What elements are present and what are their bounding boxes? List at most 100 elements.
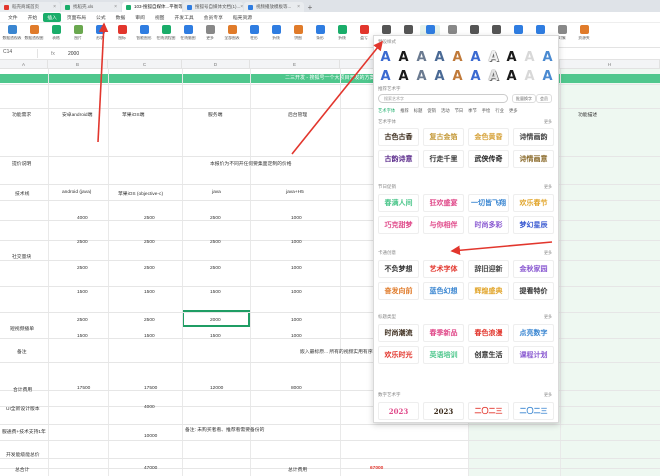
category-tab[interactable]: 更多 — [509, 108, 518, 114]
wordart-search-input[interactable]: 搜索艺术字 — [378, 94, 508, 103]
close-tab-icon[interactable]: × — [240, 4, 243, 10]
cell-text[interactable]: 2500 — [144, 266, 155, 271]
toolbar-button[interactable]: 柱形 — [244, 25, 264, 41]
wordart-option[interactable]: 蓝色幻想 — [423, 282, 464, 300]
category-tab[interactable]: 推荐 — [400, 108, 409, 114]
toolbar-button[interactable]: 图标 — [112, 25, 132, 41]
wordart-option[interactable]: 艺术字体 — [423, 260, 464, 278]
wordart-option[interactable]: 巧克甜梦 — [378, 216, 419, 234]
toolbar-button[interactable]: 盈亏 — [354, 25, 374, 41]
column-header[interactable]: E — [250, 60, 340, 69]
cell-text[interactable]: 2500 — [77, 266, 88, 271]
category-tab[interactable]: 手绘 — [482, 108, 491, 114]
cell-text[interactable]: 2500 — [210, 216, 221, 221]
menu-item[interactable]: 插入 — [43, 12, 61, 22]
toolbar-button[interactable]: 形状 — [90, 25, 110, 41]
wordart-option[interactable]: 金秋家园 — [513, 260, 554, 278]
toolbar-button[interactable]: 智能图形 — [134, 25, 154, 41]
category-tab[interactable]: 节日 — [455, 108, 464, 114]
cell-text[interactable]: 本报价为不同开任何要集面定制的价格 — [210, 160, 292, 167]
menu-item[interactable]: 审阅 — [131, 13, 149, 22]
column-header[interactable]: D — [182, 60, 250, 69]
wordart-option[interactable]: 点亮数字 — [513, 324, 554, 342]
category-tab[interactable]: 季节 — [468, 108, 477, 114]
menu-item[interactable]: 文件 — [4, 13, 22, 22]
preset-style-option[interactable]: A — [378, 50, 393, 65]
menu-item[interactable]: 数据 — [112, 13, 130, 22]
cell-text[interactable]: android (java) — [62, 190, 91, 195]
preset-style-option[interactable]: A — [396, 69, 411, 84]
member-button[interactable]: 会员 — [536, 94, 552, 103]
category-tab[interactable]: 活动 — [441, 108, 450, 114]
wordart-option[interactable]: 2023 — [423, 402, 464, 420]
wordart-option[interactable]: 辉煌盛典 — [468, 282, 509, 300]
cell-text[interactable]: 67000 — [370, 466, 383, 471]
cell-text[interactable]: 2500 — [77, 318, 88, 323]
more-link[interactable]: 更多 — [544, 250, 552, 256]
cell-text[interactable]: UI全新设计版本 — [6, 405, 40, 412]
wordart-option[interactable]: 行走千里 — [423, 150, 464, 168]
cell-text[interactable]: 2500 — [77, 240, 88, 245]
wordart-option[interactable]: 武侠传奇 — [468, 150, 509, 168]
cell-text[interactable]: 后台管理 — [288, 111, 307, 118]
cell-text[interactable]: 1000 — [291, 266, 302, 271]
cell-text[interactable]: 总计费用 — [288, 466, 307, 473]
cell-text[interactable]: 苹果iOS端 — [122, 111, 144, 118]
cell-text[interactable]: 嵌入最标原... 所有的视频实用有序稿 — [300, 348, 377, 355]
menu-item[interactable]: 稻壳资源 — [229, 13, 256, 22]
preset-style-option[interactable]: A — [486, 50, 501, 65]
wordart-option[interactable]: 春季新品 — [423, 324, 464, 342]
preset-style-option[interactable]: A — [450, 69, 465, 84]
cell-text[interactable]: 提价说明 — [12, 160, 31, 167]
preset-style-option[interactable]: A — [414, 69, 429, 84]
wordart-option[interactable]: 一切皆飞翔 — [468, 194, 509, 212]
cell-text[interactable]: 2500 — [144, 216, 155, 221]
cell-text[interactable]: 4000 — [144, 405, 155, 410]
toolbar-button[interactable]: 图片 — [68, 25, 88, 41]
preset-style-option[interactable]: A — [504, 50, 519, 65]
spreadsheet-grid[interactable]: 二三开发 - 搜狐号一个大项目开发的方案 ABCDEFGH — [0, 60, 660, 476]
toolbar-button[interactable]: 更多 — [200, 25, 220, 41]
browser-tab[interactable]: 视频播放模板等... × — [244, 2, 304, 12]
cell-text[interactable]: 备注: 未购买者看、推荐看需要备份的 — [185, 426, 264, 433]
batch-replace-button[interactable]: 批量换字 — [512, 94, 536, 103]
wordart-option[interactable]: 欢乐时光 — [378, 346, 419, 364]
cell-text[interactable]: 1000 — [291, 318, 302, 323]
preset-style-option[interactable]: A — [504, 69, 519, 84]
menu-item[interactable]: 视图 — [151, 13, 169, 22]
cell-text[interactable]: 功能描述 — [578, 111, 597, 118]
cell-text[interactable]: 合计费用 — [13, 386, 32, 393]
browser-tab[interactable]: 搜狐号自媒体文档(1)... × — [183, 2, 243, 12]
preset-style-option[interactable]: A — [450, 50, 465, 65]
toolbar-button[interactable]: 数据透视表 — [2, 25, 22, 41]
cell-text[interactable]: 总合计 — [15, 466, 29, 473]
cell-text[interactable]: 12000 — [210, 386, 223, 391]
fx-icon[interactable]: fx — [38, 51, 68, 57]
cell-text[interactable]: 1500 — [144, 334, 155, 339]
preset-style-option[interactable]: A — [432, 50, 447, 65]
cell-text[interactable]: 1000 — [291, 216, 302, 221]
wordart-option[interactable]: 梦幻星辰 — [513, 216, 554, 234]
cell-text[interactable]: 开发能级能总价 — [6, 451, 40, 458]
cell-text[interactable]: 1500 — [77, 290, 88, 295]
menu-item[interactable]: 开发工具 — [170, 13, 197, 22]
cell-text[interactable]: 技术线 — [15, 190, 29, 197]
preset-style-option[interactable]: A — [432, 69, 447, 84]
cell-text[interactable]: 10000 — [144, 434, 157, 439]
toolbar-button[interactable]: 表格 — [46, 25, 66, 41]
cell-text[interactable]: 47000 — [144, 466, 157, 471]
close-tab-icon[interactable]: × — [114, 4, 117, 10]
preset-style-option[interactable]: A — [486, 69, 501, 84]
wordart-option[interactable]: 春满人间 — [378, 194, 419, 212]
menu-item[interactable]: 会员专享 — [200, 13, 227, 22]
preset-style-option[interactable]: A — [522, 69, 537, 84]
category-tab[interactable]: 艺术字体 — [378, 108, 395, 114]
wordart-option[interactable]: 古韵诗意 — [378, 150, 419, 168]
column-header[interactable]: B — [48, 60, 108, 69]
cell-text[interactable]: 服通费+技术支持1年 — [2, 428, 46, 435]
preset-style-option[interactable]: A — [522, 50, 537, 65]
cell-text[interactable]: 安卓android端 — [62, 111, 92, 118]
preset-style-option[interactable]: A — [378, 69, 393, 84]
toolbar-button[interactable]: 折线 — [266, 25, 286, 41]
cell-text[interactable]: 17500 — [77, 386, 90, 391]
